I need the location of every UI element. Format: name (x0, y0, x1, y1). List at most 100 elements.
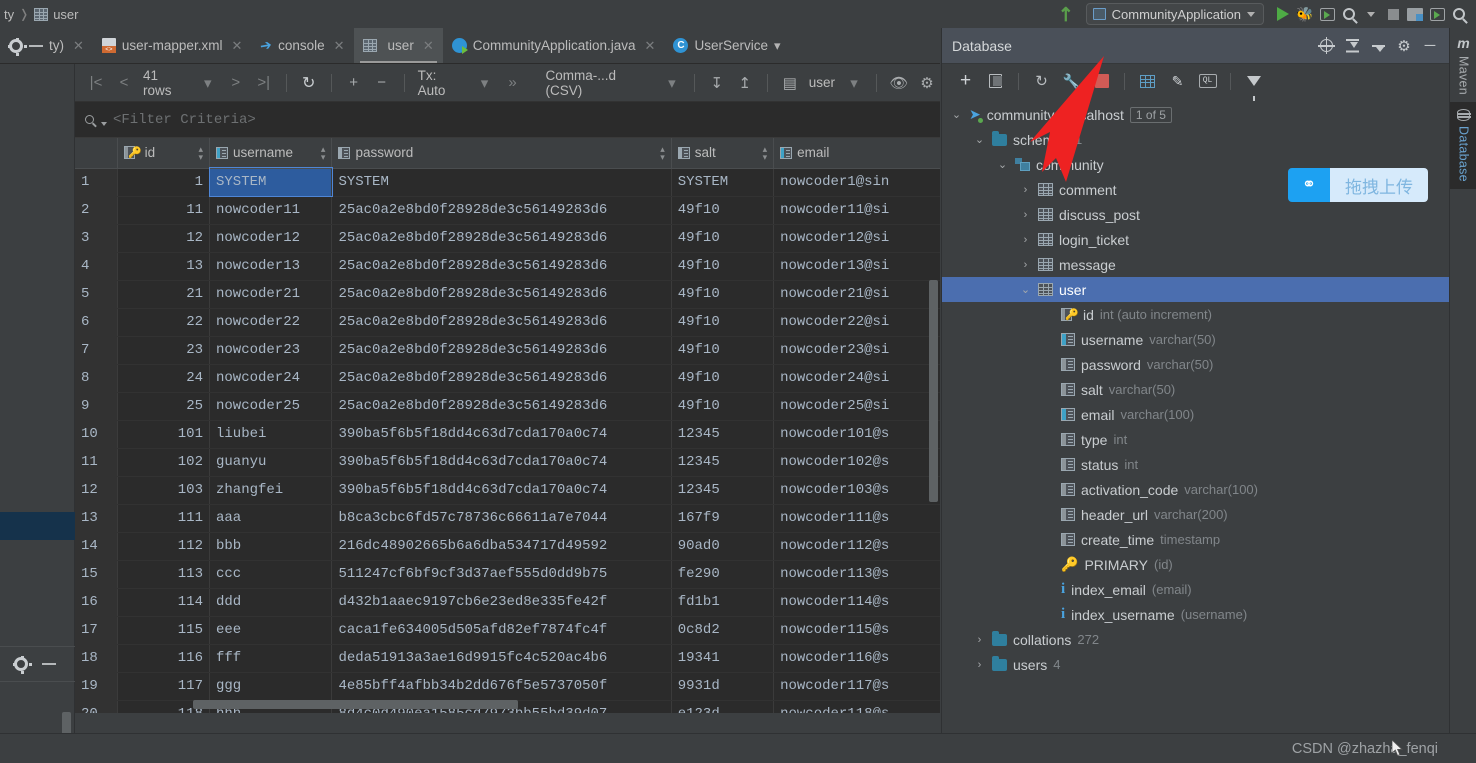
table-row[interactable]: 14 112 bbb 216dc48902665b6a6dba534717d49592… (75, 532, 940, 561)
export-format-dropdown-icon[interactable]: ▾ (659, 70, 685, 96)
download-icon[interactable]: ↧ (704, 70, 730, 96)
cell-email[interactable]: nowcoder12@si (773, 224, 940, 253)
table-row[interactable]: 10 101 liubei 390ba5f6b5f18dd4c63d7cda170a0… (75, 420, 940, 449)
table-row[interactable]: 9 25 nowcoder25 25ac0a2e8bd0f28928de3c56149… (75, 392, 940, 421)
cell-email[interactable]: nowcoder23@si (773, 336, 940, 365)
export-format-label[interactable]: Comma-...d (CSV) (542, 68, 657, 98)
cell-username[interactable]: nowcoder21 (209, 280, 333, 309)
table-row[interactable]: 12 103 zhangfei 390ba5f6b5f18dd4c63d7cda170… (75, 476, 940, 505)
cell-id[interactable]: 11 (117, 196, 211, 225)
cell-id[interactable]: 114 (117, 588, 211, 617)
cell-salt[interactable]: SYSTEM (671, 168, 775, 197)
cell-email[interactable]: nowcoder111@s (773, 504, 940, 533)
cell-id[interactable]: 103 (117, 476, 211, 505)
cell-password[interactable]: 4e85bff4afbb34b2dd676f5e5737050f (331, 672, 672, 701)
cell-username[interactable]: nowcoder12 (209, 224, 333, 253)
tree-node-schemas[interactable]: ⌄ schemas 1 (942, 127, 1449, 152)
modify-icon[interactable]: ✎ (1164, 68, 1191, 95)
tree-twisty-icon[interactable]: › (1019, 184, 1032, 196)
tree-twisty-icon[interactable]: › (973, 634, 986, 646)
cell-email[interactable]: nowcoder22@si (773, 308, 940, 337)
table-row[interactable]: 16 114 ddd d432b1aaec9197cb6e23ed8e335fe42f… (75, 588, 940, 617)
close-icon[interactable]: ✕ (334, 38, 345, 54)
cell-email[interactable]: nowcoder1@sin (773, 168, 940, 197)
row-number-cell[interactable]: 12 (75, 476, 118, 505)
cell-salt[interactable]: 49f10 (671, 392, 775, 421)
cell-password[interactable]: deda51913a3ae16d9915fc4c520ac4b6 (331, 644, 672, 673)
debug-button[interactable]: 🐝 (1294, 3, 1316, 25)
delete-row-button[interactable]: − (369, 70, 395, 96)
cell-password[interactable]: 25ac0a2e8bd0f28928de3c56149283d6 (331, 364, 672, 393)
close-icon[interactable]: ✕ (231, 38, 242, 54)
expand-all-icon[interactable] (1365, 33, 1391, 59)
tree-node-collations[interactable]: › collations 272 (942, 627, 1449, 652)
tab-community-application-java[interactable]: CommunityApplication.java ✕ (443, 28, 665, 63)
cell-password[interactable]: 25ac0a2e8bd0f28928de3c56149283d6 (331, 336, 672, 365)
cell-salt[interactable]: 12345 (671, 420, 775, 449)
cell-email[interactable]: nowcoder118@s (773, 700, 940, 713)
tree-twisty-icon[interactable]: ⌄ (1019, 283, 1032, 296)
breadcrumb-parent[interactable]: ty (4, 7, 14, 22)
profiler-dropdown-icon[interactable] (1360, 3, 1382, 25)
tree-node-status[interactable]: •statusint (942, 452, 1449, 477)
tools-icon[interactable]: 🔧 (1058, 68, 1085, 95)
session-label[interactable]: user (805, 75, 839, 90)
chevron-down-icon[interactable]: ▾ (774, 38, 781, 54)
prev-page-button[interactable]: < (111, 70, 137, 96)
table-row[interactable]: 3 12 nowcoder12 25ac0a2e8bd0f28928de3c56149… (75, 224, 940, 253)
tree-node-users[interactable]: › users 4 (942, 652, 1449, 677)
cell-password[interactable]: 25ac0a2e8bd0f28928de3c56149283d6 (331, 392, 672, 421)
table-row[interactable]: 8 24 nowcoder24 25ac0a2e8bd0f28928de3c56149… (75, 364, 940, 393)
cell-salt[interactable]: fd1b1 (671, 588, 775, 617)
add-icon[interactable]: + (952, 68, 979, 95)
cell-id[interactable]: 12 (117, 224, 211, 253)
cell-password[interactable]: 25ac0a2e8bd0f28928de3c56149283d6 (331, 224, 672, 253)
reload-button[interactable]: ↻ (296, 70, 322, 96)
next-page-button[interactable]: > (223, 70, 249, 96)
tree-twisty-icon[interactable]: › (973, 659, 986, 671)
stop-icon[interactable] (1088, 68, 1115, 95)
tab-properties[interactable]: ty) ✕ (0, 28, 93, 63)
query-console-icon[interactable]: QL (1194, 68, 1221, 95)
cell-id[interactable]: 115 (117, 616, 211, 645)
tab-user[interactable]: user ✕ (353, 28, 443, 63)
cell-username[interactable]: ddd (209, 588, 333, 617)
collapse-all-icon[interactable] (1339, 33, 1365, 59)
row-number-cell[interactable]: 4 (75, 252, 118, 281)
cell-username[interactable]: bbb (209, 532, 333, 561)
cell-username[interactable]: zhangfei (209, 476, 333, 505)
cell-email[interactable]: nowcoder25@si (773, 392, 940, 421)
cell-password[interactable]: caca1fe634005d505afd82ef7874fc4f (331, 616, 672, 645)
row-number-cell[interactable]: 2 (75, 196, 118, 225)
tree-twisty-icon[interactable]: ⌄ (973, 133, 986, 146)
cell-password[interactable]: 216dc48902665b6a6dba534717d49592 (331, 532, 672, 561)
cell-password[interactable]: 25ac0a2e8bd0f28928de3c56149283d6 (331, 252, 672, 281)
tab-user-service[interactable]: C UserService ▾ (664, 28, 789, 63)
cell-salt[interactable]: 12345 (671, 448, 775, 477)
cell-id[interactable]: 24 (117, 364, 211, 393)
cell-id[interactable]: 22 (117, 308, 211, 337)
cell-salt[interactable]: e123d (671, 700, 775, 713)
tree-node-user[interactable]: ⌄ user (942, 277, 1449, 302)
add-row-button[interactable]: + (341, 70, 367, 96)
cell-password[interactable]: 25ac0a2e8bd0f28928de3c56149283d6 (331, 308, 672, 337)
first-page-button[interactable]: |< (83, 70, 109, 96)
tab-user-mapper-xml[interactable]: user-mapper.xml ✕ (93, 28, 251, 63)
duplicate-icon[interactable] (982, 68, 1009, 95)
row-number-cell[interactable]: 6 (75, 308, 118, 337)
cell-password[interactable]: b8ca3cbc6fd57c78736c66611a7e7044 (331, 504, 672, 533)
cell-username[interactable]: eee (209, 616, 333, 645)
cell-id[interactable]: 117 (117, 672, 211, 701)
cell-email[interactable]: nowcoder24@si (773, 364, 940, 393)
table-row[interactable]: 4 13 nowcoder13 25ac0a2e8bd0f28928de3c56149… (75, 252, 940, 281)
tree-node-login_ticket[interactable]: › login_ticket (942, 227, 1449, 252)
table-row[interactable]: 15 113 ccc 511247cf6bf9cf3d37aef555d0dd9b75… (75, 560, 940, 589)
cell-email[interactable]: nowcoder112@s (773, 532, 940, 561)
cell-password[interactable]: 511247cf6bf9cf3d37aef555d0dd9b75 (331, 560, 672, 589)
cell-salt[interactable]: 167f9 (671, 504, 775, 533)
table-row[interactable]: 17 115 eee caca1fe634005d505afd82ef7874fc4f… (75, 616, 940, 645)
cell-email[interactable]: nowcoder103@s (773, 476, 940, 505)
session-dropdown-icon[interactable]: ▾ (841, 70, 867, 96)
profiler-button[interactable] (1338, 3, 1360, 25)
table-row[interactable]: 18 116 fff deda51913a3ae16d9915fc4c520ac4b6… (75, 644, 940, 673)
